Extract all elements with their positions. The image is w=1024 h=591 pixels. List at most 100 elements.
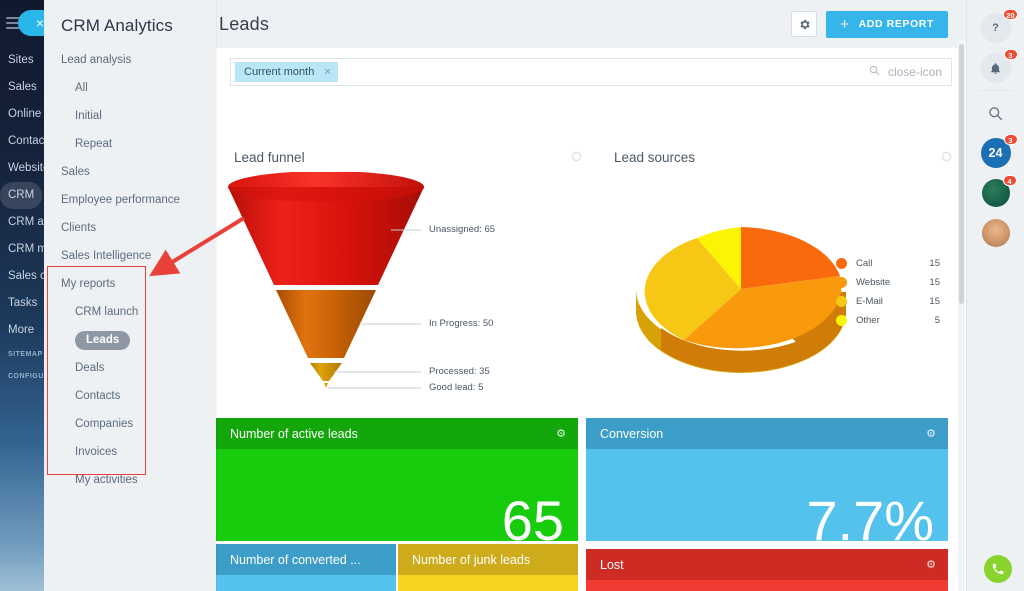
flyout-item-initial[interactable]: Initial: [44, 102, 216, 130]
nav-item-sales[interactable]: Sales: [0, 74, 44, 101]
tile-header: Number of converted ...: [216, 544, 396, 575]
legend-value: 15: [929, 296, 940, 307]
gear-icon: [800, 19, 810, 29]
avatar: [981, 219, 1010, 247]
search-button[interactable]: [967, 93, 1024, 133]
tile-settings-icon[interactable]: ⚙: [556, 427, 566, 440]
legend-value: 5: [934, 315, 940, 326]
counter-24-button[interactable]: 24 3: [967, 133, 1024, 173]
flyout-item-employee-performance[interactable]: Employee performance: [44, 186, 216, 214]
nav-item-crm-marketing[interactable]: CRM marketing: [0, 236, 44, 263]
tile-settings-icon[interactable]: ⚙: [926, 427, 936, 440]
close-icon[interactable]: close-icon: [888, 65, 942, 79]
nav-item-tasks[interactable]: Tasks: [0, 290, 44, 317]
counter-24-badge: 3: [1003, 134, 1018, 145]
lead-sources-widget: Lead sources Call 15 Website 15 E-Mail 1…: [596, 134, 966, 414]
tile-body: 7.7%: [586, 449, 948, 541]
flyout-item-lead-analysis[interactable]: Lead analysis: [44, 46, 216, 74]
call-button[interactable]: [984, 555, 1012, 583]
flyout-item-all[interactable]: All: [44, 74, 216, 102]
tile-body: 10: [398, 575, 578, 591]
nav-item-sales-center[interactable]: Sales center: [0, 263, 44, 290]
nav-section-sitemap: SITEMAP: [8, 351, 43, 358]
settings-button[interactable]: [791, 11, 818, 37]
legend-label: E-Mail: [856, 296, 883, 307]
filter-chip-current-month[interactable]: Current month ×: [235, 62, 338, 82]
tile-title: Number of junk leads: [412, 552, 531, 567]
flyout-item-repeat[interactable]: Repeat: [44, 130, 216, 158]
funnel-label-unassigned: Unassigned: 65: [429, 224, 496, 235]
page-toolbar: Leads + ADD REPORT: [216, 0, 966, 48]
user-avatar-button[interactable]: [967, 213, 1024, 253]
tile-settings-icon[interactable]: ⚙: [926, 558, 936, 571]
legend-color-swatch: [836, 296, 847, 307]
add-report-button[interactable]: + ADD REPORT: [826, 10, 948, 38]
tile-body: 65: [216, 449, 578, 541]
legend-color-swatch: [836, 315, 847, 326]
tile-value: 65: [501, 489, 564, 542]
nav-item-contacts[interactable]: Contacts: [0, 128, 44, 155]
nav-item-crm-analytics[interactable]: CRM analytics: [0, 209, 44, 236]
lead-funnel-title: Lead funnel: [234, 150, 305, 165]
legend-color-swatch: [836, 258, 847, 269]
legend-item: E-Mail 15: [836, 292, 940, 311]
add-report-label: ADD REPORT: [858, 18, 934, 30]
filter-bar[interactable]: Current month × close-icon: [230, 58, 952, 86]
legend-value: 15: [929, 277, 940, 288]
legend-label: Call: [856, 258, 873, 269]
nav-item-sites[interactable]: Sites: [0, 47, 44, 74]
tile-title: Number of converted ...: [230, 552, 361, 567]
flyout-item-sales[interactable]: Sales: [44, 158, 216, 186]
flyout-item-leads[interactable]: Leads: [75, 330, 131, 350]
kpi-tiles: Number of active leads ⚙ 65 Number of co…: [216, 418, 966, 591]
funnel-chart: [228, 172, 424, 389]
flyout-item-sales-intelligence[interactable]: Sales Intelligence: [44, 242, 216, 270]
widget-settings-icon[interactable]: [941, 151, 952, 165]
help-icon: ?: [992, 22, 999, 34]
search-icon: [989, 106, 1003, 120]
tile-body: 15.4%: [586, 580, 948, 591]
tile-junk-leads[interactable]: Number of junk leads 10: [398, 544, 578, 591]
tile-active-leads[interactable]: Number of active leads ⚙ 65: [216, 418, 578, 541]
legend-color-swatch: [836, 277, 847, 288]
scrollbar-thumb[interactable]: [959, 44, 964, 304]
tile-body: 5: [216, 575, 396, 591]
legend-item: Website 15: [836, 273, 940, 292]
nav-section-configuration: CONFIGURATION: [8, 373, 44, 380]
notifications-button[interactable]: 3: [967, 48, 1024, 88]
legend-value: 15: [929, 258, 940, 269]
flyout-item-clients[interactable]: Clients: [44, 214, 216, 242]
flyout-item-invoices[interactable]: Invoices: [44, 438, 216, 466]
primary-navigation: SitesSalesOnline storeContactsWebsiteCRM…: [0, 0, 44, 591]
flyout-item-contacts[interactable]: Contacts: [44, 382, 216, 410]
tile-title: Lost: [600, 557, 624, 572]
avatar-group-button[interactable]: 4: [967, 173, 1024, 213]
flyout-item-companies[interactable]: Companies: [44, 410, 216, 438]
filter-chip-remove-icon[interactable]: ×: [324, 62, 330, 82]
widgets-row: Lead funnel Unassigned: 65 In Progress: …: [216, 134, 966, 414]
search-icon[interactable]: [869, 65, 880, 79]
nav-item-more[interactable]: More: [0, 317, 44, 344]
tile-converted-leads[interactable]: Number of converted ... 5: [216, 544, 396, 591]
flyout-item-my-activities[interactable]: My activities: [44, 466, 216, 494]
plus-icon: +: [840, 15, 850, 33]
vertical-scrollbar[interactable]: [958, 40, 965, 591]
flyout-item-deals[interactable]: Deals: [44, 354, 216, 382]
report-panel: Current month × close-icon Lead funnel U…: [216, 48, 966, 591]
nav-item-crm[interactable]: CRM: [0, 182, 42, 209]
widget-settings-icon[interactable]: [571, 151, 582, 165]
phone-icon: [992, 563, 1004, 575]
tile-header: Number of active leads ⚙: [216, 418, 578, 449]
tile-title: Conversion: [600, 426, 664, 441]
flyout-item-crm-launch[interactable]: CRM launch: [44, 298, 216, 326]
help-button[interactable]: ? 20: [967, 8, 1024, 48]
notifications-badge: 3: [1003, 49, 1018, 60]
flyout-title: CRM Analytics: [61, 16, 173, 35]
flyout-item-my-reports[interactable]: My reports: [44, 270, 216, 298]
legend-label: Other: [856, 315, 880, 326]
divider: [979, 90, 1012, 91]
tile-conversion[interactable]: Conversion ⚙ 7.7%: [586, 418, 948, 541]
tile-lost[interactable]: Lost ⚙ 15.4%: [586, 549, 948, 591]
nav-item-online-store[interactable]: Online store: [0, 101, 44, 128]
nav-item-website[interactable]: Website: [0, 155, 44, 182]
